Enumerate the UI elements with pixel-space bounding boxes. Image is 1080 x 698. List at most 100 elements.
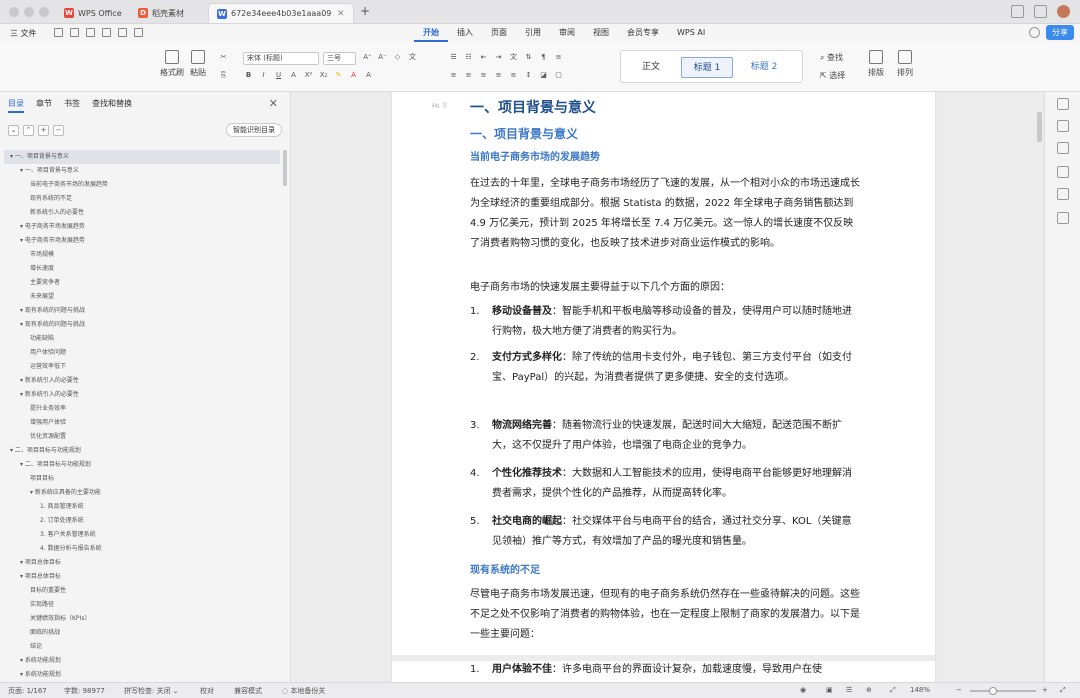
list-item[interactable]: 4. 个性化推荐技术：大数据和人工智能技术的应用，使得电商平台能够更好地理解消费者…	[470, 464, 860, 504]
save-icon[interactable]	[54, 28, 63, 37]
cloud-icon[interactable]	[1029, 27, 1040, 38]
toc-item[interactable]: 现有系统的不足	[4, 192, 280, 206]
decrease-indent-icon[interactable]: ⇤	[478, 52, 489, 63]
toc-item[interactable]: 实现路径	[4, 598, 280, 612]
tab-bookmarks[interactable]: 书签	[64, 98, 80, 113]
proofread-button[interactable]: 校对	[200, 686, 214, 696]
heading-handle-icon[interactable]: H₁ ⠿	[432, 102, 447, 110]
zoom-out-icon[interactable]: −	[956, 686, 962, 694]
outline-view-icon[interactable]: ☰	[846, 686, 852, 694]
line-spacing-icon[interactable]: ≡	[553, 52, 564, 63]
bold-icon[interactable]: B	[243, 70, 254, 81]
sort-icon[interactable]: ⇅	[523, 52, 534, 63]
style-normal[interactable]: 正文	[629, 57, 673, 78]
toc-item[interactable]: 主要竞争者	[4, 276, 280, 290]
file-menu[interactable]: 三 文件	[10, 28, 37, 39]
tab-toc[interactable]: 目录	[8, 98, 24, 113]
toc-item[interactable]: 2. 订单处理系统	[4, 514, 280, 528]
print-icon[interactable]	[86, 28, 95, 37]
zoom-slider-knob[interactable]	[989, 687, 998, 695]
preview-icon[interactable]	[102, 28, 111, 37]
list-item[interactable]: 1. 用户体验不佳：许多电商平台的界面设计复杂，加载速度慢，导致用户在使	[470, 660, 860, 680]
tab-chapters[interactable]: 章节	[36, 98, 52, 113]
toc-item[interactable]: ▾ 二、项目目标与功能规划	[4, 444, 280, 458]
find-button[interactable]: ⌕ 查找	[820, 52, 843, 63]
toc-item[interactable]: ▾ 新系统引入的必要性	[4, 388, 280, 402]
remove-heading-icon[interactable]: −	[53, 125, 64, 136]
word-count[interactable]: 字数: 98977	[64, 686, 105, 696]
window-layout-icon[interactable]	[1011, 5, 1024, 18]
toc-scrollbar[interactable]	[283, 150, 287, 186]
web-view-icon[interactable]: ⊕	[866, 686, 872, 694]
toc-item[interactable]: ▾ 新系统应具备的主要功能	[4, 486, 280, 500]
history-icon[interactable]	[1057, 212, 1069, 224]
toc-item[interactable]: 面临的挑战	[4, 626, 280, 640]
zoom-in-icon[interactable]: +	[1042, 686, 1048, 694]
toc-item[interactable]: ▾ 现有系统的问题与挑战	[4, 318, 280, 332]
toc-item[interactable]: 用户体验问题	[4, 346, 280, 360]
toc-item[interactable]: ▾ 现有系统的问题与挑战	[4, 304, 280, 318]
tab-wps-office[interactable]: W WPS Office	[56, 3, 130, 23]
highlight-icon[interactable]: ✎	[333, 70, 344, 81]
toc-item[interactable]: 优化资源配置	[4, 430, 280, 444]
add-heading-icon[interactable]: +	[38, 125, 49, 136]
toc-item[interactable]: 当前电子商务市场的发展趋势	[4, 178, 280, 192]
edit-icon[interactable]	[1057, 142, 1069, 154]
select-button[interactable]: ⇱ 选择	[820, 70, 845, 81]
toc-item[interactable]: ▾ 项目总体目标	[4, 570, 280, 584]
paragraph[interactable]: 在过去的十年里，全球电子商务市场经历了飞速的发展，从一个相对小众的市场迅速成长为…	[470, 174, 860, 254]
toc-item[interactable]: 提升业务效率	[4, 402, 280, 416]
properties-icon[interactable]	[1057, 120, 1069, 132]
toc-item[interactable]: ▾ 新系统引入的必要性	[4, 374, 280, 388]
toc-item[interactable]: 功能缺陷	[4, 332, 280, 346]
heading-3[interactable]: 现有系统的不足	[470, 561, 860, 581]
align-left-icon[interactable]: ≡	[448, 70, 459, 81]
toc-item[interactable]: 结论	[4, 640, 280, 654]
toc-item[interactable]: 1. 商品管理系统	[4, 500, 280, 514]
page-view-icon[interactable]: ▣	[826, 686, 833, 694]
cut-icon[interactable]: ✂	[218, 52, 229, 63]
style-heading-1[interactable]: 标题 1	[681, 57, 733, 78]
fit-icon[interactable]: ⤢	[890, 686, 896, 695]
shading-icon[interactable]: ◪	[538, 70, 549, 81]
superscript-icon[interactable]: X²	[303, 70, 314, 81]
collapse-icon[interactable]: ⌄	[8, 125, 19, 136]
toc-item[interactable]: ▾ 一、项目背景与意义	[4, 150, 280, 164]
toc-item[interactable]: ▾ 系统功能规划	[4, 654, 280, 668]
tab-6[interactable]: 会员专享	[618, 24, 668, 42]
page-count[interactable]: 页面: 1/167	[8, 686, 47, 696]
expand-icon[interactable]: ⌃	[23, 125, 34, 136]
toc-item[interactable]: 4. 数据分析与报告系统	[4, 542, 280, 556]
smart-toc-button[interactable]: 智能识别目录	[226, 123, 282, 137]
list-item[interactable]: 2. 支付方式多样化：除了传统的信用卡支付外，电子钱包、第三方支付平台（如支付宝、…	[470, 348, 860, 388]
heading-2[interactable]: 一、项目背景与意义	[470, 124, 860, 144]
toc-item[interactable]: 增强用户体验	[4, 416, 280, 430]
heading-1[interactable]: 一、项目背景与意义	[470, 98, 860, 118]
paragraph[interactable]: 尽管电子商务市场发展迅速，但现有的电子商务系统仍然存在一些亟待解决的问题。这些不…	[470, 585, 860, 645]
tab-7[interactable]: WPS AI	[668, 24, 714, 42]
toc-item[interactable]: ▾ 电子商务市场发展趋势	[4, 220, 280, 234]
strikethrough-icon[interactable]: A	[288, 70, 299, 81]
list-item[interactable]: 5. 社交电商的崛起：社交媒体平台与电商平台的结合，通过社交分享、KOL（关键意见…	[470, 512, 860, 552]
style-heading-2[interactable]: 标题 2	[739, 57, 789, 78]
heading-3[interactable]: 当前电子商务市场的发展趋势	[470, 148, 860, 168]
paste-button[interactable]: 粘贴	[190, 50, 206, 78]
open-icon[interactable]	[70, 28, 79, 37]
list-item[interactable]: 1. 移动设备普及：智能手机和平板电脑等移动设备的普及，使得用户可以随时随地进行购…	[470, 302, 860, 342]
arrange-button[interactable]: 排列	[897, 50, 913, 78]
tab-2[interactable]: 页面	[482, 24, 516, 42]
shrink-font-icon[interactable]: A⁻	[377, 52, 388, 63]
share-button[interactable]: 分享	[1046, 25, 1074, 40]
char-shading-icon[interactable]: A	[363, 70, 374, 81]
minus-icon[interactable]	[1057, 98, 1069, 110]
toc-item[interactable]: 运营效率低下	[4, 360, 280, 374]
toc-item[interactable]: 目标的重要性	[4, 584, 280, 598]
grow-font-icon[interactable]: A⁺	[362, 52, 373, 63]
tab-4[interactable]: 审阅	[550, 24, 584, 42]
line-spacing-icon[interactable]: ↕	[523, 70, 534, 81]
show-marks-icon[interactable]: ¶	[538, 52, 549, 63]
list-item[interactable]: 3. 物流网络完善：随着物流行业的快速发展，配送时间大大缩短，配送范围不断扩大，这…	[470, 416, 860, 456]
new-tab-icon[interactable]: +	[360, 4, 370, 18]
bullet-list-icon[interactable]: ☰	[448, 52, 459, 63]
subscript-icon[interactable]: X₂	[318, 70, 329, 81]
